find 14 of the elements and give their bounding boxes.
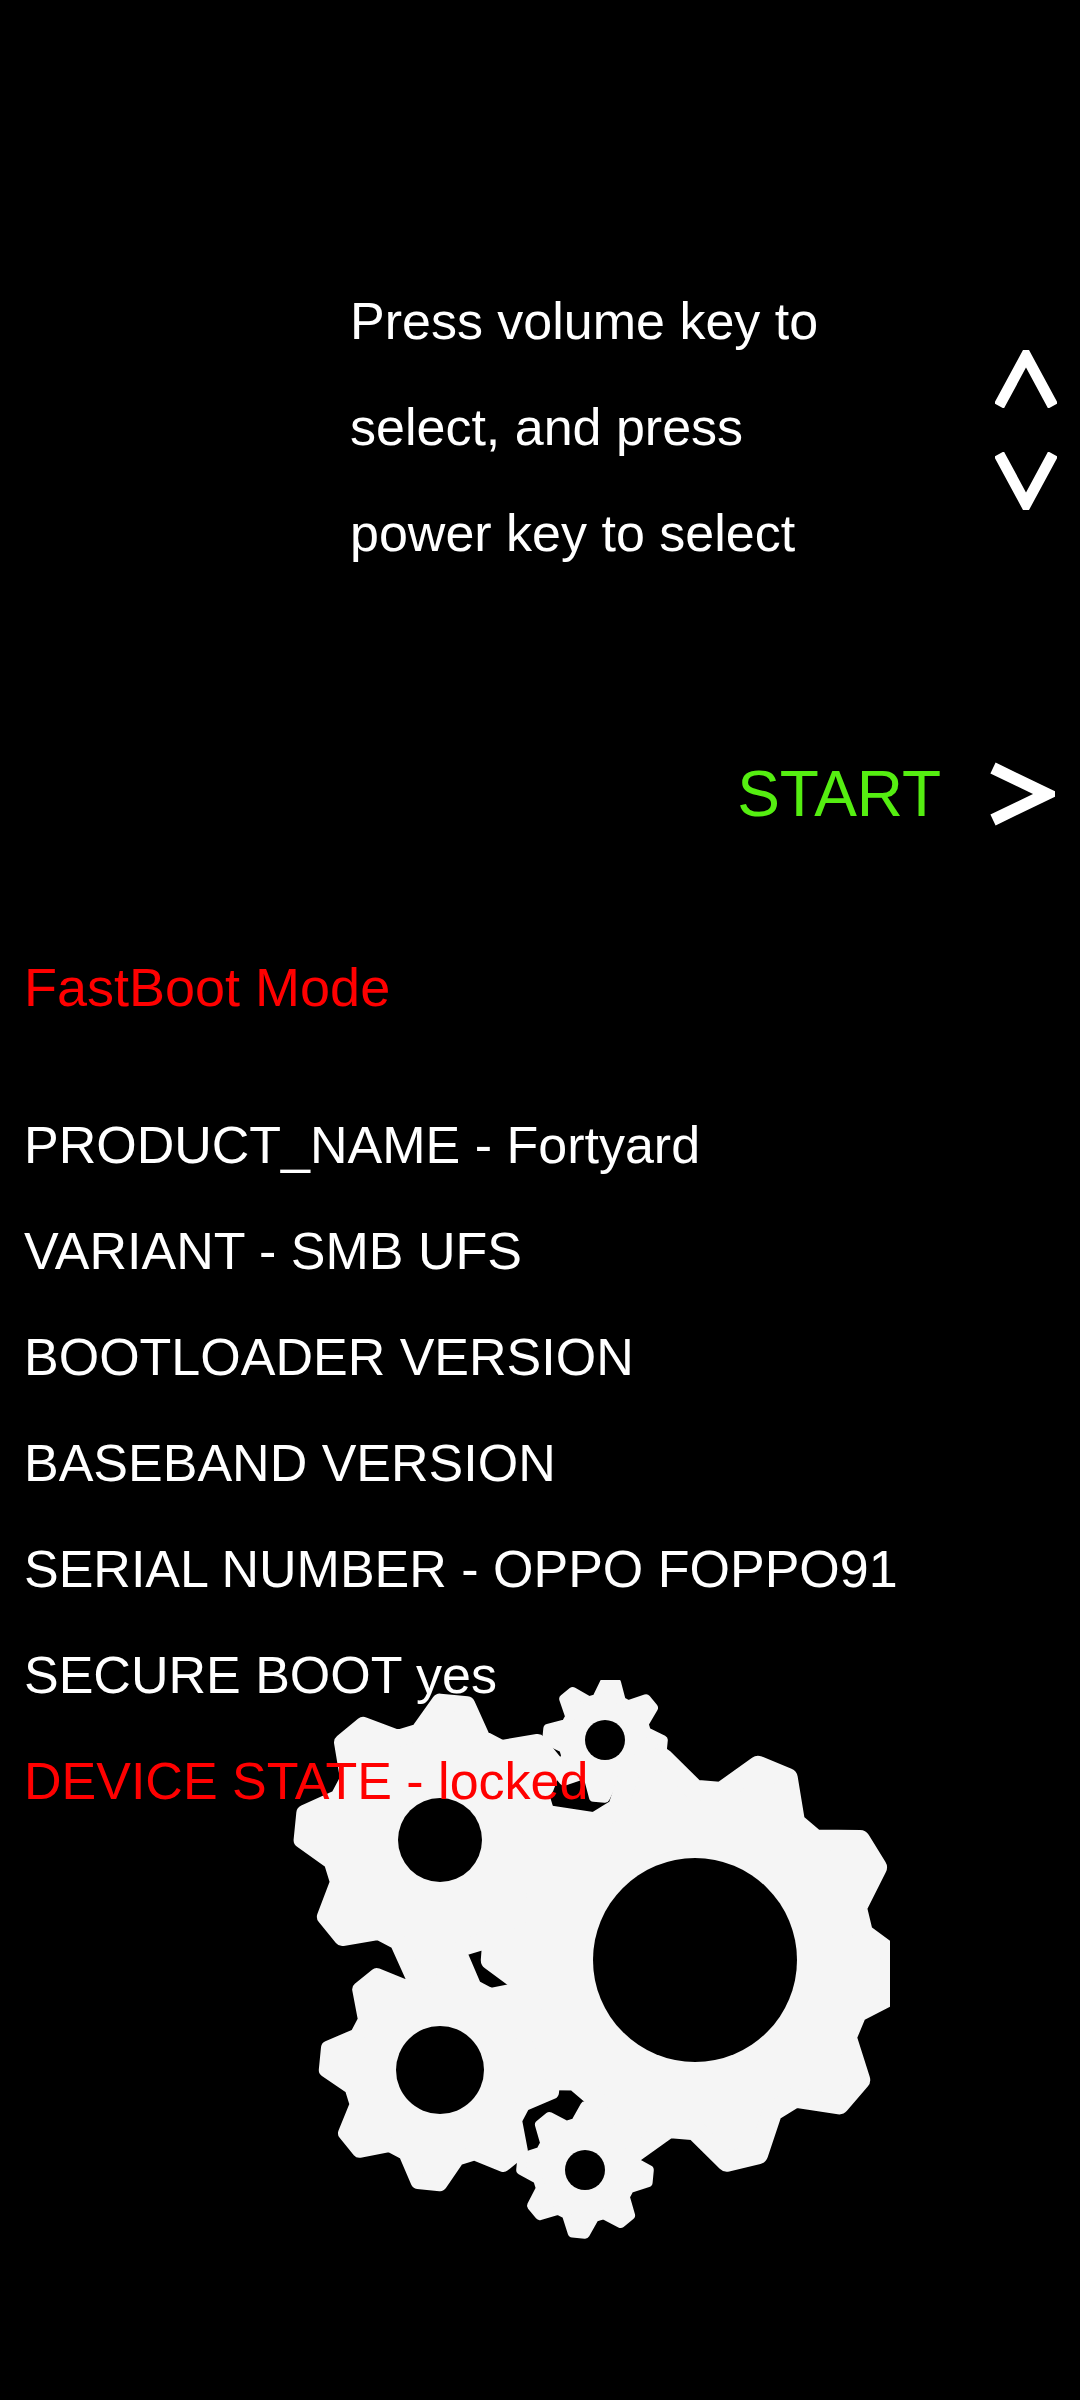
info-line: SERIAL NUMBER - OPPO FOPPO91	[24, 1539, 899, 1600]
info-line: PRODUCT_NAME - Fortyard	[24, 1115, 702, 1176]
info-line: SECURE BOOT yes	[24, 1645, 498, 1706]
info-line: VARIANT - SMB UFS	[24, 1221, 523, 1282]
info-line: BOOTLOADER VERSION	[24, 1327, 635, 1388]
instruction-text: Press volume key to	[350, 291, 820, 352]
instruction-text: power key to select	[350, 503, 797, 564]
mode-title: FastBoot Mode	[24, 956, 392, 1019]
instruction-text: select, and press	[350, 397, 745, 458]
info-line: BASEBAND VERSION	[24, 1433, 557, 1494]
chevron-down-icon	[995, 452, 1057, 510]
chevron-right-icon	[989, 762, 1055, 826]
chevron-up-icon	[995, 350, 1057, 408]
start-option[interactable]: START	[737, 746, 941, 842]
